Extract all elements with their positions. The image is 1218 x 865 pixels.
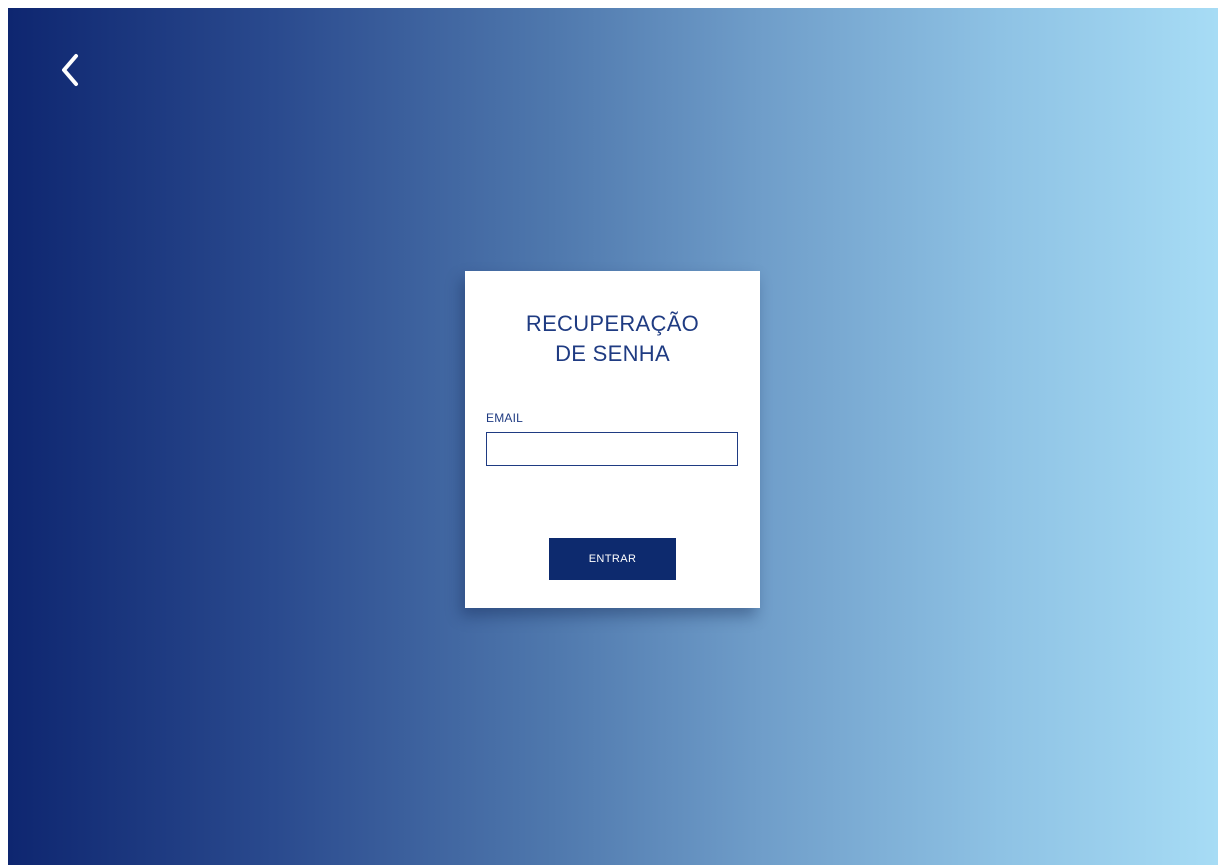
enter-button[interactable]: ENTRAR (549, 538, 676, 580)
card-title-line-2: DE SENHA (555, 341, 670, 366)
email-field[interactable] (486, 432, 738, 466)
app-background: RECUPERAÇÃO DE SENHA EMAIL ENTRAR (8, 8, 1218, 865)
card-title-line-1: RECUPERAÇÃO (525, 311, 700, 336)
password-recovery-card: RECUPERAÇÃO DE SENHA EMAIL ENTRAR (465, 271, 760, 608)
email-label: EMAIL (486, 411, 524, 425)
card-title: RECUPERAÇÃO DE SENHA (465, 309, 760, 369)
chevron-left-icon (62, 54, 78, 86)
back-button[interactable] (52, 50, 92, 90)
